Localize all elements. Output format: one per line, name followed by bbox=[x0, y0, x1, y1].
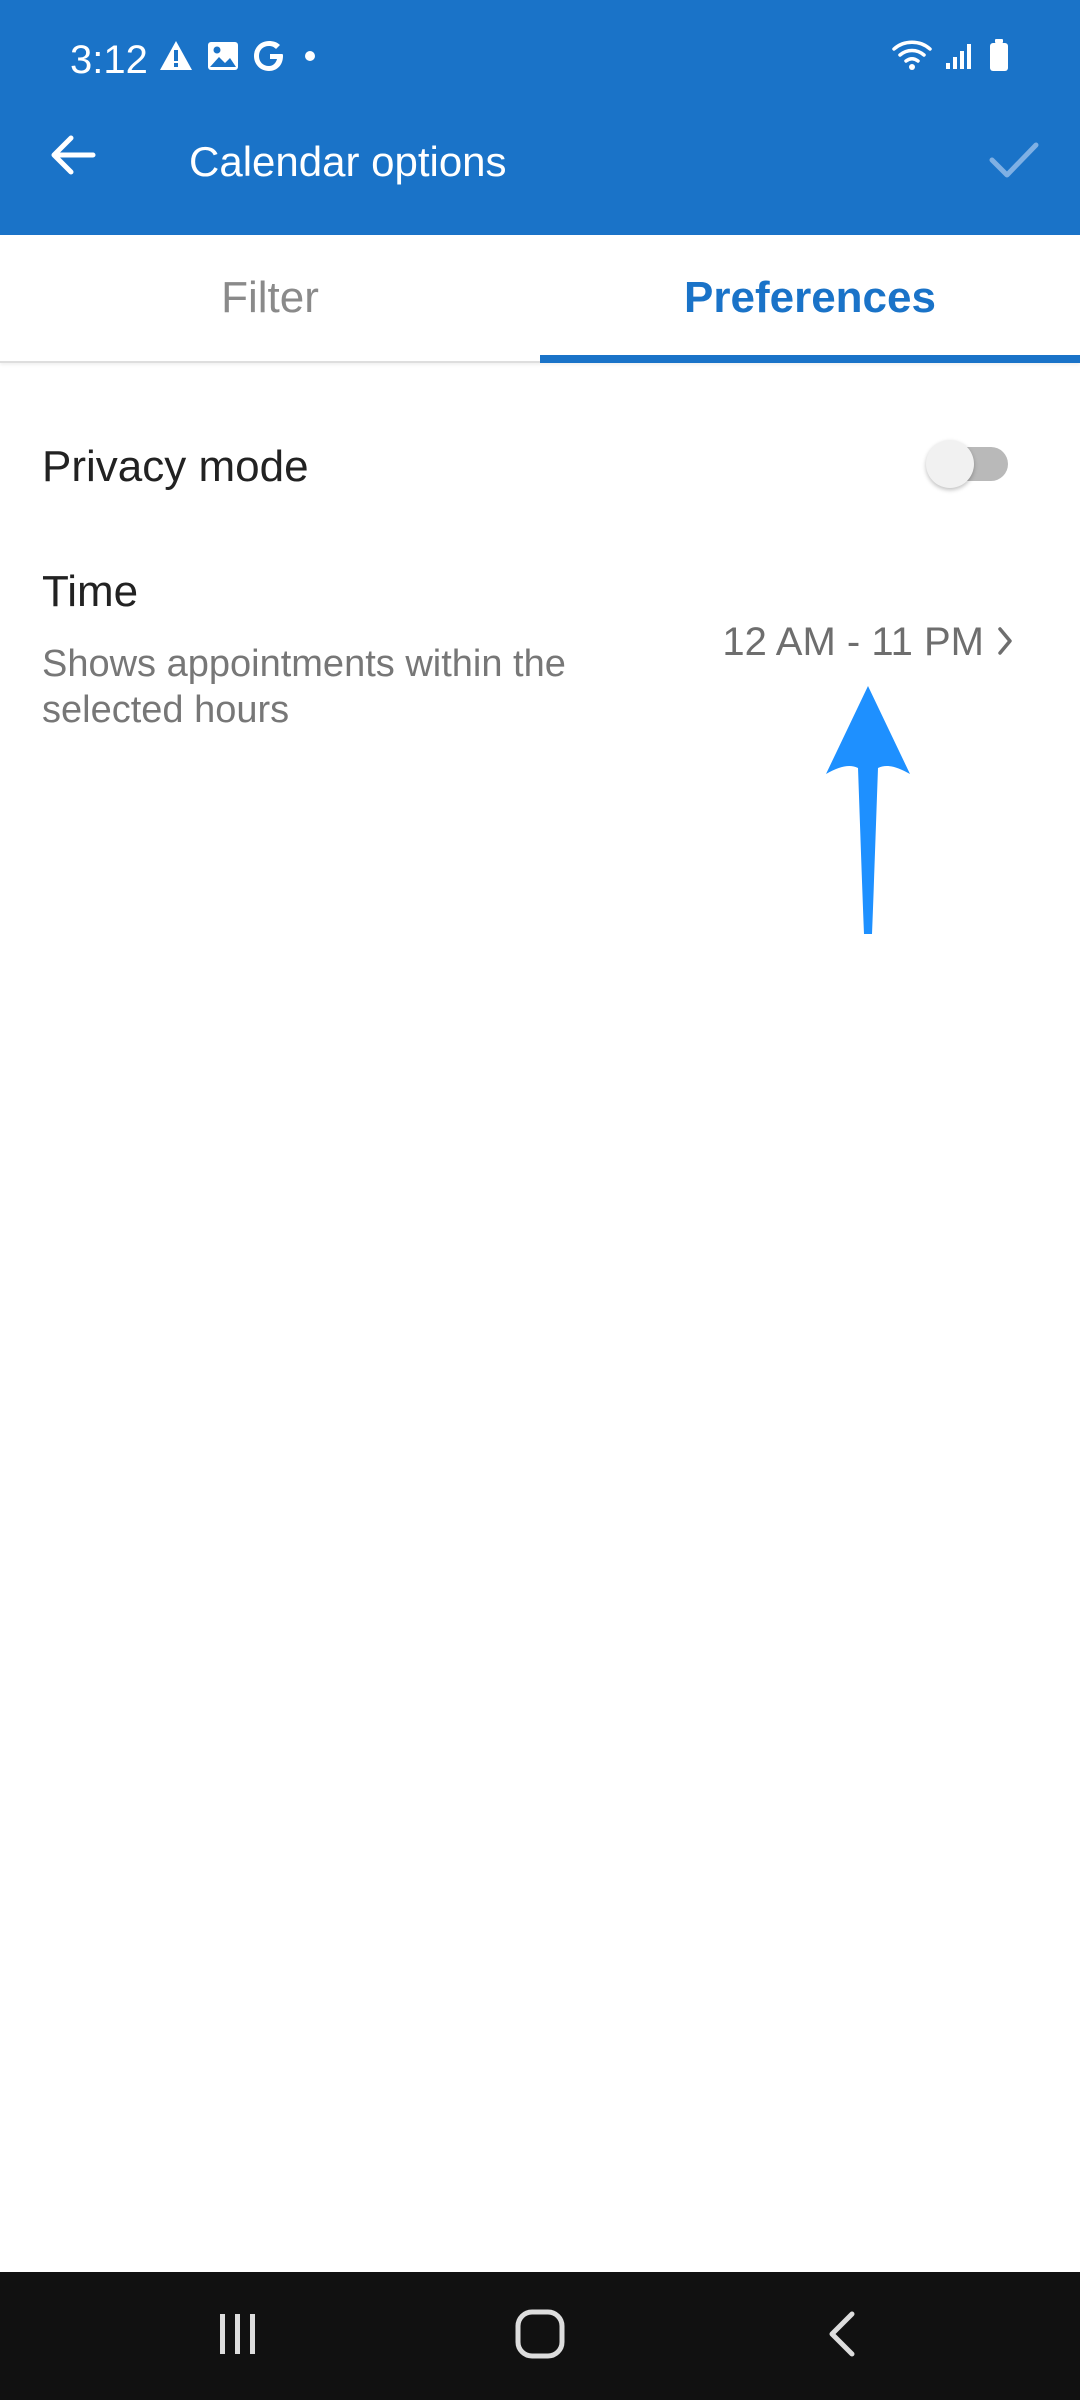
privacy-mode-row[interactable]: Privacy mode bbox=[0, 410, 1080, 520]
wifi-icon bbox=[892, 38, 932, 77]
dot-icon bbox=[300, 46, 320, 71]
confirm-button[interactable] bbox=[976, 124, 1052, 200]
nav-back-button[interactable] bbox=[797, 2294, 887, 2378]
home-icon bbox=[514, 2308, 566, 2365]
back-button[interactable] bbox=[38, 122, 108, 192]
image-icon bbox=[206, 40, 240, 77]
privacy-mode-label: Privacy mode bbox=[42, 442, 309, 491]
back-icon bbox=[822, 2308, 862, 2365]
privacy-mode-toggle[interactable] bbox=[926, 440, 1008, 488]
status-time: 3:12 bbox=[70, 38, 148, 82]
recents-icon bbox=[214, 2312, 262, 2361]
tab-preferences[interactable]: Preferences bbox=[540, 235, 1080, 361]
page-title: Calendar options bbox=[189, 138, 507, 185]
warning-icon bbox=[158, 39, 194, 78]
app-bar: 3:12 Calendar options bbox=[0, 0, 1080, 235]
status-left-icons bbox=[158, 38, 320, 79]
chevron-right-icon bbox=[994, 621, 1018, 661]
battery-icon bbox=[988, 38, 1010, 77]
arrow-up-icon bbox=[818, 684, 918, 940]
status-right-icons bbox=[892, 38, 1010, 77]
signal-icon bbox=[944, 39, 976, 76]
google-icon bbox=[252, 38, 288, 79]
arrow-left-icon bbox=[49, 133, 97, 182]
recents-button[interactable] bbox=[193, 2294, 283, 2378]
time-description: Shows appointments within the selected h… bbox=[42, 643, 566, 731]
tab-filter[interactable]: Filter bbox=[0, 235, 540, 361]
toggle-thumb bbox=[926, 440, 974, 488]
time-label: Time bbox=[42, 567, 139, 616]
time-row[interactable]: Time Shows appointments within the selec… bbox=[0, 555, 1080, 745]
tab-selected-indicator bbox=[540, 355, 1080, 363]
home-button[interactable] bbox=[495, 2294, 585, 2378]
system-nav-bar bbox=[0, 2272, 1080, 2400]
tab-bar: Filter Preferences bbox=[0, 235, 1080, 363]
checkmark-icon bbox=[988, 140, 1040, 185]
time-range-value[interactable]: 12 AM - 11 PM bbox=[722, 620, 984, 665]
